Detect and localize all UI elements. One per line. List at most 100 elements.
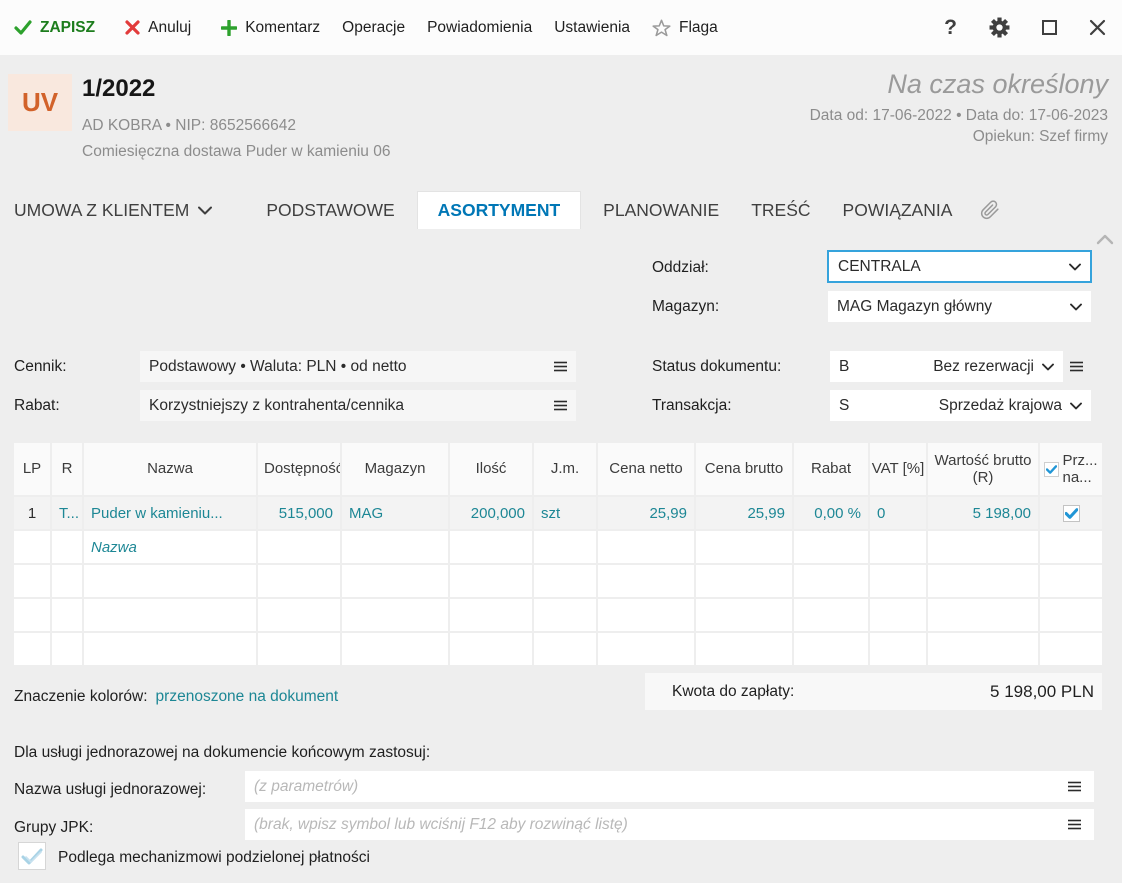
table-cell[interactable] [598,599,694,631]
table-cell[interactable] [534,531,596,563]
col-wartosc-brutto[interactable]: Wartość brutto (R) [928,443,1038,495]
col-ilosc[interactable]: Ilość [450,443,532,495]
help-button[interactable]: ? [944,16,957,40]
settings-button[interactable]: Ustawienia [554,19,630,37]
table-cell[interactable] [52,633,82,665]
table-cell[interactable] [342,565,448,597]
cell-dostepnosc[interactable]: 515,000 [258,497,340,529]
cell-ilosc[interactable]: 200,000 [450,497,532,529]
table-cell[interactable] [258,565,340,597]
cell-magazyn[interactable]: MAG [342,497,448,529]
header-checkbox[interactable] [1043,461,1059,477]
table-cell[interactable] [794,633,868,665]
branch-select[interactable]: CENTRALA [827,250,1092,283]
table-cell[interactable] [696,633,792,665]
tab-menu-umowa-z-klientem[interactable]: UMOWA Z KLIENTEM [14,191,228,229]
table-cell[interactable] [696,565,792,597]
table-cell[interactable] [450,599,532,631]
col-nazwa[interactable]: Nazwa [84,443,256,495]
scroll-up-button[interactable] [1096,234,1114,245]
doc-status-select[interactable]: B Bez rezerwacji [830,351,1063,382]
table-cell[interactable] [258,599,340,631]
table-cell[interactable] [1040,633,1102,665]
table-cell[interactable] [928,531,1038,563]
discount-field[interactable]: Korzystniejszy z kontrahenta/cennika [140,390,576,421]
table-cell[interactable] [258,633,340,665]
cancel-button[interactable]: Anuluj [125,19,191,37]
split-payment-checkbox[interactable] [18,842,46,870]
table-cell[interactable] [450,531,532,563]
table-row-empty[interactable] [14,565,1102,597]
tab-asortyment[interactable]: ASORTYMENT [416,191,582,229]
table-cell[interactable] [598,633,694,665]
table-cell[interactable] [928,599,1038,631]
table-cell[interactable] [928,633,1038,665]
table-cell[interactable] [794,599,868,631]
table-cell[interactable] [84,633,256,665]
row-checkbox[interactable] [1062,504,1080,522]
table-cell[interactable] [52,565,82,597]
table-cell[interactable] [14,599,50,631]
cell-lp[interactable]: 1 [14,497,50,529]
cell-vat[interactable]: 0 [870,497,926,529]
table-cell[interactable] [696,599,792,631]
table-cell[interactable] [870,599,926,631]
table-cell[interactable] [1040,565,1102,597]
cell-nazwa-placeholder[interactable]: Nazwa [84,531,256,563]
table-cell[interactable] [14,633,50,665]
table-cell[interactable] [84,599,256,631]
col-cena-brutto[interactable]: Cena brutto [696,443,792,495]
table-cell[interactable] [450,565,532,597]
col-cena-netto[interactable]: Cena netto [598,443,694,495]
table-cell[interactable] [342,633,448,665]
table-cell[interactable] [598,565,694,597]
table-cell[interactable] [258,531,340,563]
table-cell[interactable] [870,633,926,665]
table-row[interactable]: 1 T... Puder w kamieniu... 515,000 MAG 2… [14,497,1102,529]
cell-cena-netto[interactable]: 25,99 [598,497,694,529]
table-cell[interactable] [794,531,868,563]
service-name-input[interactable] [245,771,1094,802]
cell-cena-brutto[interactable]: 25,99 [696,497,792,529]
tab-tresc[interactable]: TREŚĆ [735,191,826,229]
cell-rabat[interactable]: 0,00 % [794,497,868,529]
table-row-empty[interactable] [14,633,1102,665]
close-button[interactable] [1089,19,1106,36]
save-button[interactable]: ZAPISZ [14,19,95,37]
table-cell[interactable] [534,599,596,631]
cell-nazwa[interactable]: Puder w kamieniu... [84,497,256,529]
table-cell[interactable] [794,565,868,597]
table-cell[interactable] [52,531,82,563]
table-cell[interactable] [14,565,50,597]
notifications-button[interactable]: Powiadomienia [427,19,532,37]
col-jm[interactable]: J.m. [534,443,596,495]
col-dostepnosc[interactable]: Dostępność [258,443,340,495]
jpk-groups-input[interactable] [245,809,1094,840]
col-przenoszone[interactable]: Prz... na... [1040,443,1102,495]
attachments-button[interactable] [968,191,1012,229]
col-vat[interactable]: VAT [%] [870,443,926,495]
table-cell[interactable] [696,531,792,563]
jpk-groups-menu-button[interactable] [1068,819,1081,830]
table-cell[interactable] [342,599,448,631]
tab-planowanie[interactable]: PLANOWANIE [587,191,735,229]
table-cell[interactable] [534,565,596,597]
pricelist-field[interactable]: Podstawowy • Waluta: PLN • od netto [140,351,576,382]
table-cell[interactable] [342,531,448,563]
tab-powiazania[interactable]: POWIĄZANIA [827,191,969,229]
col-lp[interactable]: LP [14,443,50,495]
table-row-new[interactable]: Nazwa [14,531,1102,563]
cell-r[interactable]: T... [52,497,82,529]
table-cell[interactable] [450,633,532,665]
tab-podstawowe[interactable]: PODSTAWOWE [250,191,410,229]
operations-button[interactable]: Operacje [342,19,405,37]
col-rabat[interactable]: Rabat [794,443,868,495]
table-cell[interactable] [928,565,1038,597]
cell-wartosc-brutto[interactable]: 5 198,00 [928,497,1038,529]
table-cell[interactable] [1040,599,1102,631]
warehouse-select[interactable]: MAG Magazyn główny [828,291,1091,322]
comment-button[interactable]: Komentarz [221,19,320,37]
table-cell[interactable] [52,599,82,631]
maximize-button[interactable] [1042,20,1057,35]
transaction-select[interactable]: S Sprzedaż krajowa [830,390,1091,421]
